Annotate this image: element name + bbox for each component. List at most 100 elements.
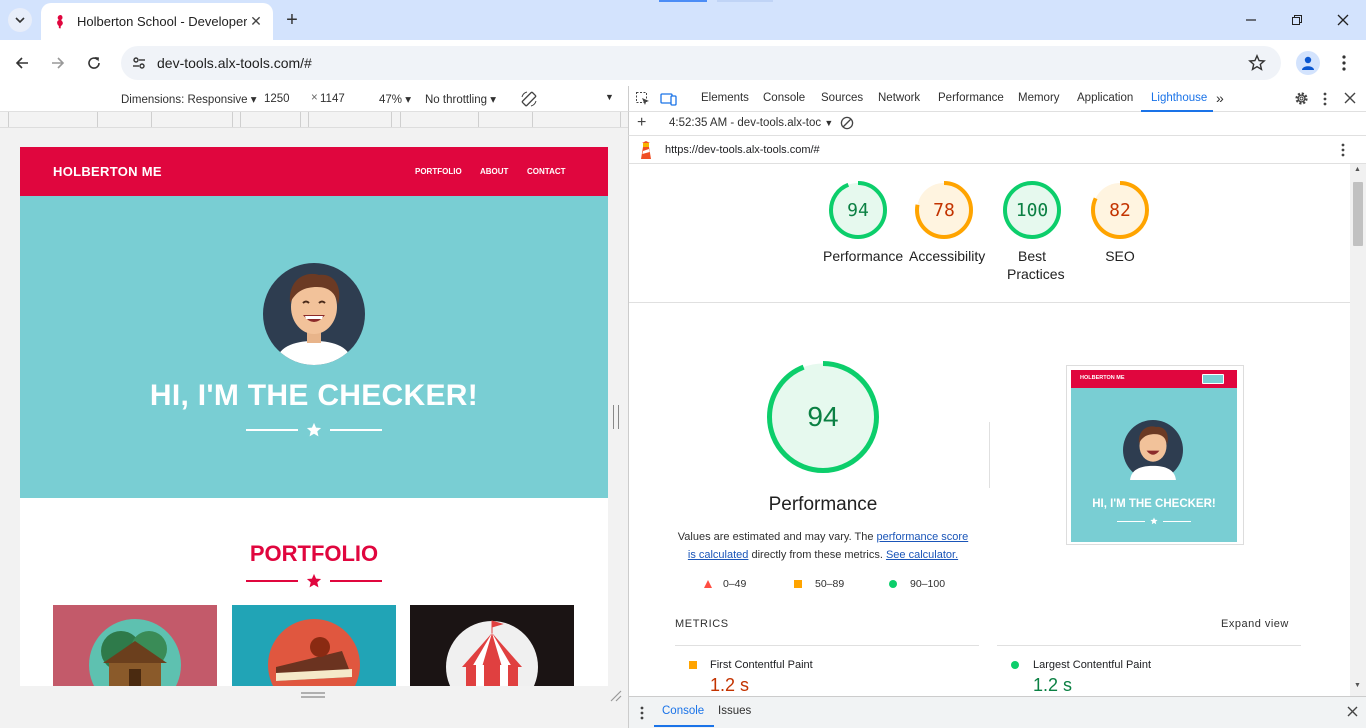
top-indicator — [659, 0, 707, 2]
portfolio-card-tent[interactable] — [410, 605, 574, 686]
close-devtools-icon[interactable] — [1344, 92, 1356, 107]
nav-link-portfolio[interactable]: PORTFOLIO — [415, 167, 462, 176]
person-icon — [1302, 56, 1314, 70]
report-menu-icon[interactable] — [1341, 143, 1345, 160]
nav-link-about[interactable]: ABOUT — [480, 167, 508, 176]
device-options-icon[interactable]: ▼ — [605, 92, 614, 102]
see-calculator-link[interactable]: See calculator. — [886, 549, 958, 561]
browser-toolbar: dev-tools.alx-tools.com/# — [0, 40, 1366, 86]
clear-reports-icon[interactable] — [840, 116, 854, 133]
circle-icon — [1011, 661, 1019, 669]
tab-search-button[interactable] — [8, 8, 32, 32]
square-icon — [689, 661, 697, 669]
minimize-button[interactable] — [1236, 8, 1266, 32]
portfolio-card-cake[interactable] — [232, 605, 396, 686]
performance-title: Performance — [768, 494, 878, 515]
back-button[interactable] — [9, 50, 35, 76]
metric-divider-left — [675, 645, 979, 646]
report-select[interactable]: 4:52:35 AM - dev-tools.alx-toc ▼ — [669, 117, 833, 129]
url-text[interactable]: dev-tools.alx-tools.com/# — [157, 55, 312, 71]
scroll-up-icon[interactable]: ▲ — [1354, 166, 1361, 173]
score-gauge-best-practices[interactable]: 100 Best Practices — [997, 181, 1067, 283]
site-info-icon[interactable] — [129, 53, 149, 73]
tab-lighthouse[interactable]: Lighthouse — [1151, 92, 1207, 104]
lighthouse-report: 94 Performance 78 Accessibility 100 Best… — [628, 164, 1350, 696]
report-scrollbar[interactable]: ▲ ▼ — [1350, 164, 1366, 696]
close-icon — [1337, 14, 1349, 26]
score-gauge-performance[interactable]: 94 Performance — [823, 181, 904, 265]
metric-fcp: First Contentful Paint 1.2 s — [689, 659, 813, 696]
lighthouse-icon — [639, 141, 653, 162]
new-report-icon[interactable]: + — [637, 114, 646, 132]
forward-button[interactable] — [45, 50, 71, 76]
reload-button[interactable] — [81, 50, 107, 76]
profile-avatar[interactable] — [1296, 51, 1320, 75]
close-window-button[interactable] — [1328, 8, 1358, 32]
browser-tab[interactable]: Holberton School - Developer t ✕ — [41, 3, 273, 40]
main-score-value: 94 — [807, 401, 839, 432]
screenshot-avatar — [1123, 420, 1183, 480]
dimensions-select[interactable]: Dimensions: Responsive ▾ — [121, 92, 257, 106]
score-gauge-seo[interactable]: 82 SEO — [1085, 181, 1155, 265]
metric-divider-right — [997, 645, 1301, 646]
tab-elements[interactable]: Elements — [701, 92, 749, 104]
device-toggle-icon[interactable] — [660, 91, 678, 110]
expand-view-button[interactable]: Expand view — [1221, 618, 1289, 630]
score-gauge-accessibility[interactable]: 78 Accessibility — [909, 181, 985, 265]
bookmark-star-icon[interactable] — [1247, 53, 1267, 73]
portfolio-section: PORTFOLIO — [20, 498, 608, 686]
tab-application[interactable]: Application — [1077, 92, 1133, 104]
zoom-value: 47% — [379, 94, 403, 106]
restore-button[interactable] — [1282, 8, 1312, 32]
media-query-ruler — [0, 112, 628, 128]
screenshot-brand: HOLBERTON ME — [1080, 375, 1125, 381]
throttling-select[interactable]: No throttling ▾ — [425, 92, 496, 106]
inspect-element-icon[interactable] — [635, 91, 651, 110]
close-drawer-icon[interactable] — [1347, 706, 1358, 720]
drawer-menu-icon[interactable] — [640, 706, 644, 723]
new-tab-button[interactable]: + — [282, 8, 302, 32]
score-label: Performance — [823, 248, 904, 264]
metric-lcp-label: Largest Contentful Paint — [1033, 659, 1152, 671]
viewport-height-handle[interactable] — [300, 691, 326, 699]
drawer-tab-console[interactable]: Console — [662, 705, 704, 717]
scroll-down-icon[interactable]: ▼ — [1354, 682, 1361, 689]
zoom-select[interactable]: 47% ▾ — [379, 92, 411, 106]
browser-tab-strip: Holberton School - Developer t ✕ + — [0, 0, 1366, 40]
rotate-icon[interactable] — [520, 90, 538, 111]
score-value: 100 — [1015, 199, 1049, 221]
tab-console[interactable]: Console — [763, 92, 805, 104]
viewport-width-handle[interactable] — [613, 405, 619, 429]
close-tab-icon[interactable]: ✕ — [247, 13, 265, 31]
scroll-thumb[interactable] — [1353, 182, 1363, 246]
hero-title: HI, I'M THE CHECKER! — [149, 379, 479, 412]
arrow-right-icon — [52, 57, 65, 69]
final-screenshot[interactable]: HOLBERTON ME HI, I'M THE CHECKER! — [1066, 365, 1244, 545]
tab-memory[interactable]: Memory — [1018, 92, 1060, 104]
browser-menu-button[interactable] — [1336, 52, 1352, 74]
performance-main-gauge: 94 — [767, 361, 879, 473]
star-icon — [306, 422, 322, 437]
address-bar[interactable]: dev-tools.alx-tools.com/# — [121, 46, 1281, 80]
viewport-corner-resize-icon[interactable] — [610, 690, 622, 702]
settings-gear-icon[interactable] — [1294, 91, 1309, 109]
device-toolbar: Dimensions: Responsive ▾ × 47% ▾ No thro… — [0, 86, 628, 112]
tab-performance[interactable]: Performance — [938, 92, 1004, 104]
devtools-menu-icon[interactable] — [1323, 92, 1327, 109]
legend-pass-label: 90–100 — [910, 578, 946, 590]
tab-sources[interactable]: Sources — [821, 92, 863, 104]
browser-tab-title: Holberton School - Developer t — [77, 14, 247, 29]
drawer-tab-issues[interactable]: Issues — [718, 705, 751, 717]
site-brand[interactable]: HOLBERTON ME — [53, 164, 162, 179]
circle-icon — [889, 580, 897, 588]
nav-link-contact[interactable]: CONTACT — [527, 167, 566, 176]
width-input[interactable] — [264, 90, 304, 108]
more-tabs-icon[interactable]: » — [1216, 90, 1224, 106]
tab-network[interactable]: Network — [878, 92, 920, 104]
legend-fail-label: 0–49 — [723, 578, 747, 590]
report-url[interactable]: https://dev-tools.alx-tools.com/# — [665, 144, 820, 156]
height-input[interactable] — [320, 90, 360, 108]
portfolio-card-cabin[interactable] — [53, 605, 217, 686]
arrow-left-icon — [15, 57, 28, 69]
metrics-title: METRICS — [675, 618, 729, 630]
